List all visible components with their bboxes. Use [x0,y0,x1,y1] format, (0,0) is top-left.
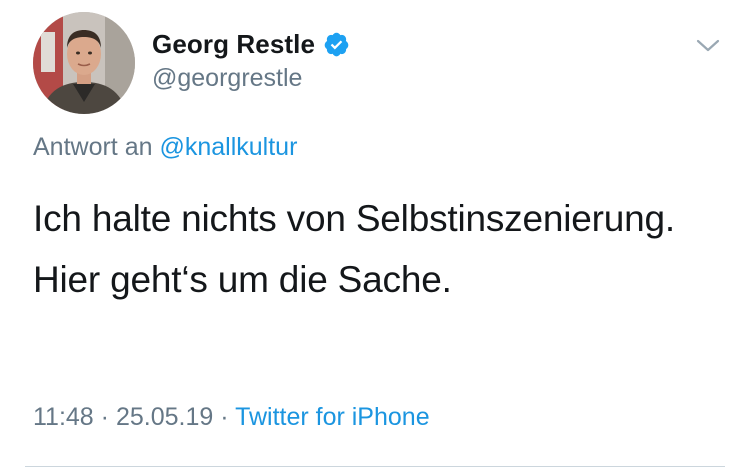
divider [25,466,725,467]
author-name-row[interactable]: Georg Restle [152,28,350,60]
author-handle[interactable]: @georgrestle [152,64,302,93]
tweet-metadata: 11:48 · 25.05.19 · Twitter for iPhone [33,403,430,432]
tweet-date[interactable]: 25.05.19 [116,403,213,431]
author-display-name[interactable]: Georg Restle [152,29,315,60]
reply-context: Antwort an @knallkultur [33,133,297,162]
tweet-text: Ich halte nichts von Selbstinszenierung.… [33,198,675,300]
tweet-menu-button[interactable] [693,34,723,56]
tweet-time[interactable]: 11:48 [33,403,94,431]
avatar-photo-icon [33,12,135,114]
meta-separator: · [220,403,229,431]
reply-to-link[interactable]: @knallkultur [159,133,297,161]
tweet-source-link[interactable]: Twitter for iPhone [235,403,430,431]
verified-badge-icon [323,31,350,58]
avatar[interactable] [33,12,135,114]
reply-prefix: Antwort an [33,133,153,161]
chevron-down-icon [696,39,720,52]
tweet-card: Georg Restle @georgrestle Antwort an @kn… [0,0,750,475]
meta-separator: · [100,403,109,431]
